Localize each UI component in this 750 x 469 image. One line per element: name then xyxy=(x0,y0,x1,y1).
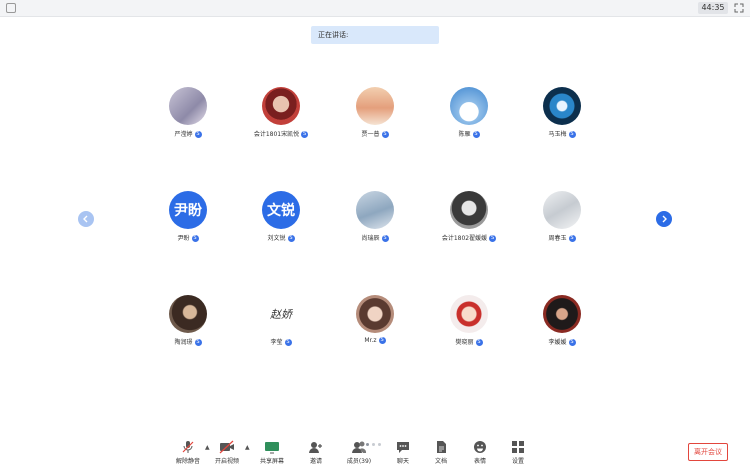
settings-button[interactable]: 设置 xyxy=(496,440,540,468)
document-icon xyxy=(437,441,446,453)
avatar: 文锐 xyxy=(262,191,300,229)
participant-tile[interactable]: 李媛媛 S xyxy=(512,295,612,355)
host-mark: S xyxy=(284,339,292,346)
settings-grid-icon xyxy=(512,441,524,453)
settings-label: 设置 xyxy=(511,458,524,465)
participant-tile[interactable]: Mr.z S xyxy=(325,295,425,355)
emoji-icon xyxy=(474,441,486,453)
participant-name: 马玉梅 xyxy=(548,131,567,138)
participant-name: 陶润璟 xyxy=(174,339,193,346)
participant-tile[interactable]: 严滢婷 S xyxy=(138,87,238,147)
avatar xyxy=(356,191,394,229)
host-mark: S xyxy=(194,339,202,346)
host-mark: S xyxy=(568,131,576,138)
page-indicator xyxy=(366,431,384,446)
host-mark: S xyxy=(489,235,497,242)
host-mark: S xyxy=(191,235,199,242)
participant-tile[interactable]: 尚瑞辰 S xyxy=(325,191,425,251)
participant-name: 会计1801宋凯悦 xyxy=(253,131,300,138)
avatar xyxy=(262,87,300,125)
chevron-right-icon xyxy=(662,215,667,223)
docs-label: 文档 xyxy=(434,458,447,465)
host-mark: S xyxy=(378,337,386,344)
participant-name: 尹盼 xyxy=(177,235,190,242)
avatar xyxy=(450,191,488,229)
leave-meeting-button[interactable]: 离开会议 xyxy=(688,443,728,461)
participant-name: 刘文锐 xyxy=(267,235,286,242)
host-mark: S xyxy=(287,235,295,242)
start-video-button[interactable]: 开启视频 xyxy=(205,440,249,468)
docs-button[interactable]: 文档 xyxy=(419,440,463,468)
participant-name: 严滢婷 xyxy=(174,131,193,138)
avatar: 尹盼 xyxy=(169,191,207,229)
avatar xyxy=(450,87,488,125)
avatar xyxy=(543,87,581,125)
avatar xyxy=(543,295,581,333)
members-button[interactable]: 成员(39) xyxy=(337,440,381,468)
host-mark: S xyxy=(194,131,202,138)
participant-name: Mr.z xyxy=(364,337,377,344)
avatar xyxy=(356,87,394,125)
participant-name: 尚瑞辰 xyxy=(361,235,380,242)
avatar: 赵娇 xyxy=(262,295,300,333)
participant-tile[interactable]: 贾一普 S xyxy=(325,87,425,147)
share-screen-label: 共享屏幕 xyxy=(259,458,284,465)
participant-tile[interactable]: 会计1802翟媛媛 S xyxy=(419,191,519,251)
participant-tile[interactable]: 文锐 刘文锐 S xyxy=(231,191,331,251)
avatar xyxy=(356,295,394,333)
participant-name: 李媛媛 xyxy=(548,339,567,346)
unmute-button[interactable]: 解除静音 xyxy=(166,440,210,468)
avatar xyxy=(450,295,488,333)
chevron-left-icon xyxy=(83,215,88,223)
participant-tile[interactable]: 陈雁 S xyxy=(419,87,519,147)
host-mark: S xyxy=(381,235,389,242)
participant-name: 樊晓丽 xyxy=(455,339,474,346)
add-user-icon xyxy=(309,442,322,453)
video-options-caret[interactable]: ▲ xyxy=(245,444,250,451)
chat-icon xyxy=(397,442,409,453)
participant-name: 会计1802翟媛媛 xyxy=(441,235,488,242)
host-mark: S xyxy=(568,339,576,346)
participant-name: 贾一普 xyxy=(361,131,380,138)
share-screen-icon xyxy=(265,442,279,454)
participant-name: 李莹 xyxy=(270,339,283,346)
invite-button[interactable]: 邀请 xyxy=(294,440,338,468)
share-screen-button[interactable]: 共享屏幕 xyxy=(250,440,294,468)
next-page-button[interactable] xyxy=(656,211,672,227)
prev-page-button[interactable] xyxy=(78,211,94,227)
participant-tile[interactable]: 樊晓丽 S xyxy=(419,295,519,355)
host-mark: S xyxy=(568,235,576,242)
host-mark: S xyxy=(472,131,480,138)
participant-tile[interactable]: 马玉梅 S xyxy=(512,87,612,147)
participant-tile[interactable]: 周春玉 S xyxy=(512,191,612,251)
participant-name: 陈雁 xyxy=(458,131,471,138)
meeting-toolbar: 解除静音 ▲ 开启视频 ▲ 共享屏幕 邀请 成员(39) 聊天 文档 表情 设置 xyxy=(0,436,750,469)
members-label: 成员(39) xyxy=(346,458,372,465)
avatar xyxy=(169,87,207,125)
members-icon xyxy=(352,441,367,453)
unmute-label: 解除静音 xyxy=(175,458,200,465)
host-mark: S xyxy=(301,131,309,138)
avatar xyxy=(543,191,581,229)
host-mark: S xyxy=(475,339,483,346)
invite-label: 邀请 xyxy=(309,458,322,465)
host-mark: S xyxy=(381,131,389,138)
participant-name: 周春玉 xyxy=(548,235,567,242)
participant-tile[interactable]: 赵娇 李莹 S xyxy=(231,295,331,355)
participant-tile[interactable]: 陶润璟 S xyxy=(138,295,238,355)
participant-grid: 严滢婷 S 会计1801宋凯悦 S 贾一普 S 陈雁 S 马玉梅 S 尹盼 尹盼 S 文锐 … xyxy=(0,0,750,469)
video-off-icon xyxy=(219,440,234,454)
start-video-label: 开启视频 xyxy=(214,458,239,465)
participant-tile[interactable]: 尹盼 尹盼 S xyxy=(138,191,238,251)
microphone-muted-icon xyxy=(182,441,194,453)
avatar xyxy=(169,295,207,333)
participant-tile[interactable]: 会计1801宋凯悦 S xyxy=(231,87,331,147)
